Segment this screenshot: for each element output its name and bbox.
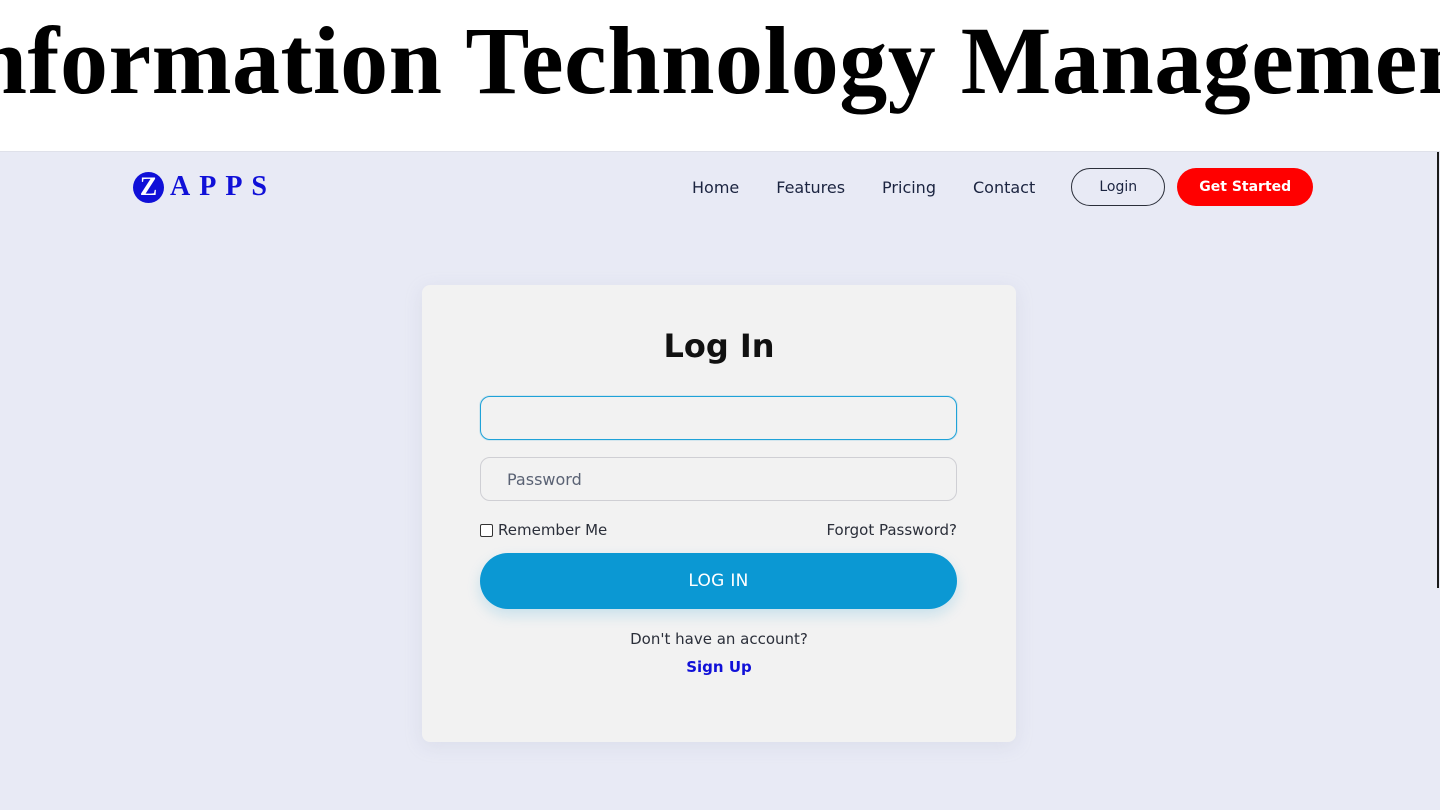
logo-text: APPS — [170, 171, 276, 202]
remember-me-label: Remember Me — [498, 521, 608, 539]
scrollbar[interactable] — [1437, 152, 1439, 588]
brand-logo[interactable]: Z APPS — [133, 171, 276, 203]
sign-up-link[interactable]: Sign Up — [422, 658, 1016, 676]
login-submit-button[interactable]: LOG IN — [480, 553, 957, 609]
banner-title: Information Technology Management — [0, 7, 1440, 114]
login-card: Log In Remember Me Forgot Password? LOG … — [422, 285, 1016, 742]
email-field[interactable] — [480, 396, 957, 440]
nav-features-link[interactable]: Features — [776, 178, 845, 197]
password-field[interactable] — [480, 457, 957, 501]
nav-pricing-link[interactable]: Pricing — [882, 178, 936, 197]
login-title: Log In — [663, 327, 775, 365]
nav-login-button[interactable]: Login — [1071, 168, 1166, 206]
top-navigation: Home Features Pricing Contact Login Get … — [692, 168, 1314, 206]
page-banner: Information Technology Management — [0, 0, 1440, 150]
nav-contact-link[interactable]: Contact — [973, 178, 1035, 197]
remember-me-checkbox[interactable] — [480, 523, 493, 537]
website-viewport: Z APPS Home Features Pricing Contact Log… — [0, 151, 1440, 810]
nav-home-link[interactable]: Home — [692, 178, 739, 197]
no-account-text: Don't have an account? — [630, 630, 808, 648]
get-started-button[interactable]: Get Started — [1177, 168, 1314, 206]
remember-me[interactable]: Remember Me — [480, 521, 607, 539]
logo-badge-icon: Z — [133, 171, 164, 203]
forgot-password-link[interactable]: Forgot Password? — [826, 521, 957, 539]
